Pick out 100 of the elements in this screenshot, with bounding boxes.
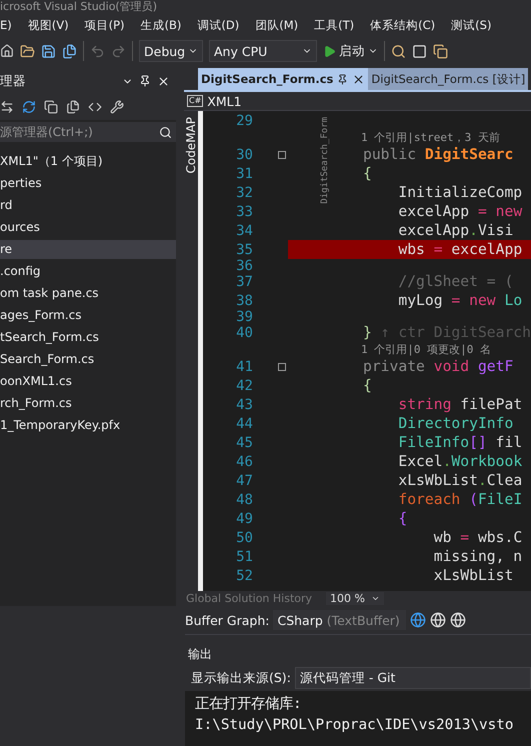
refresh-icon[interactable] [22,100,36,114]
menu-item[interactable]: 调试(D) [197,18,240,32]
tree-item[interactable]: oonXML1.cs [0,372,176,391]
save-all-icon[interactable] [62,44,77,58]
close-icon[interactable] [157,74,170,88]
menu-item[interactable]: 项目(P) [84,18,125,32]
pin-icon[interactable] [337,74,348,84]
buffer-dropdown[interactable]: CSharp (TextBuffer) [273,610,406,630]
menu-item[interactable]: 测试(S) [451,18,492,32]
line-number: 48 [235,492,253,508]
line-number: 43 [235,396,253,412]
source-label: 显示输出来源(S): [191,670,291,686]
window-icon[interactable] [412,44,427,58]
code-line: //glSheet = ( [397,273,514,290]
menu-item[interactable]: 生成(B) [140,18,182,32]
line-number: 49 [235,510,253,526]
line-number: 47 [235,472,253,488]
code-line: string filePat [397,396,522,413]
csharp-icon: C# [187,95,204,107]
code-line: private void getF [362,358,514,375]
sync-icon[interactable] [0,100,14,114]
tree-item[interactable]: perties [0,174,176,193]
code-icon[interactable] [88,100,102,114]
tree-item[interactable]: XML1"（1 个项目) [0,152,176,171]
tree-item[interactable]: ages_Form.cs [0,306,176,325]
tree-item[interactable]: re [0,240,176,259]
code-line: excelApp = new [397,203,522,220]
fold-icon[interactable] [278,362,286,370]
search-field[interactable]: 源管理器(Ctrl+;) [0,122,176,142]
line-number: 38 [235,292,253,308]
tree-item[interactable]: rd [0,196,176,215]
folder-icon[interactable] [20,44,35,58]
history-label: Global Solution History [186,592,312,605]
code-line: wbs = excelApp [397,241,522,258]
editor-tab[interactable]: DigitSearch_Form.cs [设计] [368,68,528,90]
line-number: 31 [235,166,253,182]
tree-item[interactable]: om task pane.cs [0,284,176,303]
redo-icon[interactable] [111,44,126,58]
line-number: 51 [235,548,253,564]
tree-item[interactable]: ources [0,218,176,237]
find-icon[interactable] [391,44,406,58]
menu-item[interactable]: 工具(T) [314,18,354,32]
codelens-text[interactable]: 1 个引用|street，3 天前 [360,130,500,145]
code-line: wb = wbs.C [432,529,522,546]
line-number: 40 [235,324,253,340]
pin-icon[interactable] [139,75,151,87]
codelens-text[interactable]: 1 个引用|0 项更改|0 名 [360,342,491,357]
files-icon[interactable] [66,100,80,114]
home-icon[interactable] [0,44,14,58]
line-number: 52 [235,568,253,584]
tree-item[interactable]: Search_Form.cs [0,350,176,369]
save-icon[interactable] [41,44,56,58]
tree-item[interactable]: 1_TemporaryKey.pfx [0,416,176,435]
codemap-label[interactable]: CodeMAP [184,117,198,174]
configuration-dropdown[interactable]: Debug [139,40,203,62]
window-title: icrosoft Visual Studio(管理员) [0,0,158,14]
code-line: { [397,510,408,527]
line-number: 46 [235,454,253,470]
code-line: FileInfo[] fil [397,434,522,451]
structure-label: DigitSearch_Form [320,117,330,204]
code-line: { [362,165,372,182]
line-number: 30 [235,146,253,162]
code-line: { [362,377,372,394]
code-line: xLsWbList [432,567,514,584]
line-number: 37 [235,274,253,290]
menu-item[interactable]: 体系结构(C) [370,18,436,32]
menu-item[interactable]: E) [0,18,12,32]
start-button[interactable]: 启动 [323,42,378,60]
line-number: 32 [235,184,253,200]
editor-tab[interactable]: DigitSearch_Form.cs [198,68,368,90]
fold-icon[interactable] [278,150,286,158]
code-line: InitializeComp [397,184,522,201]
nav-label[interactable]: XML1 [207,94,242,108]
zoom-dropdown[interactable]: 100 % [326,592,384,605]
play-icon [323,44,336,58]
code-line: missing, n [432,548,522,565]
code-line: public DigitSearc [362,146,514,163]
search-icon[interactable] [159,126,172,138]
close-icon[interactable] [352,72,366,86]
line-number: 34 [235,222,253,238]
panel-title: 理器 [0,72,26,90]
globe-icon[interactable] [410,612,426,628]
output-line: I:\Study\PROL\Proprac\IDE\vs2013\vsto [195,716,514,735]
tree-item[interactable]: .config [0,262,176,281]
line-number: 42 [235,378,253,394]
wrench-icon[interactable] [110,100,124,114]
menu-item[interactable]: 视图(V) [28,18,69,32]
layout-icon[interactable] [433,44,448,58]
line-number: 44 [235,416,253,432]
line-number: 45 [235,434,253,450]
undo-icon[interactable] [90,44,105,58]
source-dropdown[interactable]: 源代码管理 - Git [294,667,531,689]
caret-icon [370,594,380,603]
line-number: 35 [235,242,253,258]
menu-item[interactable]: 团队(M) [255,18,298,32]
platform-dropdown[interactable]: Any CPU [209,40,317,62]
collapse-icon[interactable] [44,100,58,114]
tree-item[interactable]: rch_Form.cs [0,394,176,413]
tree-item[interactable]: tSearch_Form.cs [0,328,176,347]
code-line: excelApp.Visi [397,222,514,239]
